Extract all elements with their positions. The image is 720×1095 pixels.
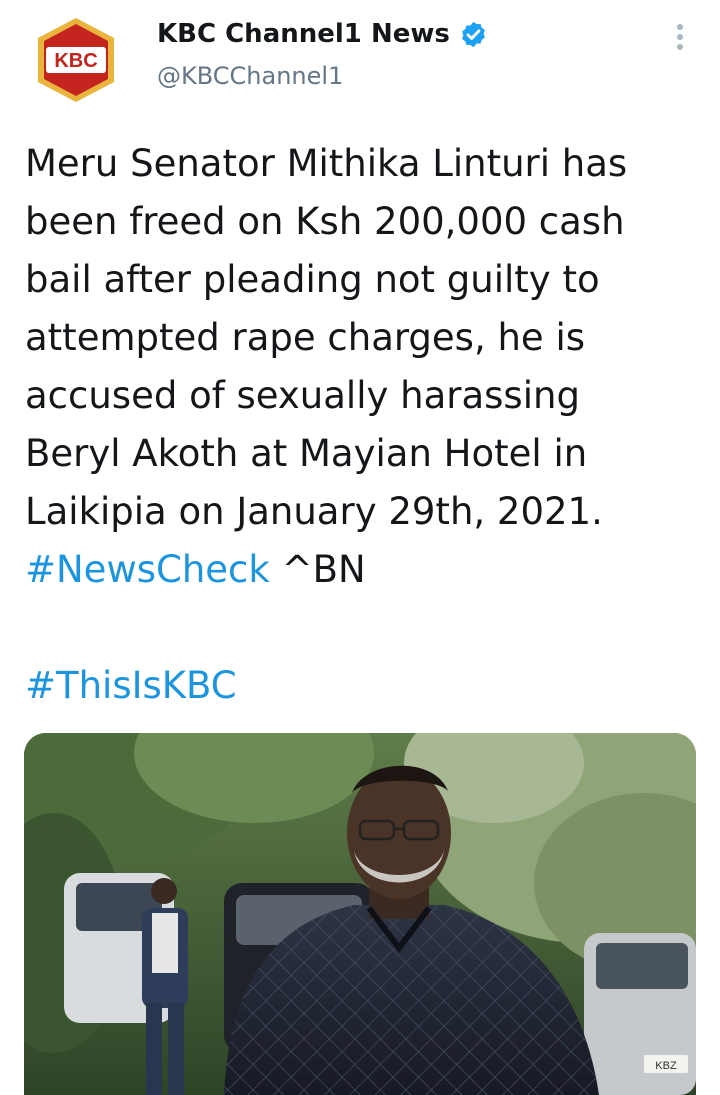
display-name-row: KBC Channel1 News	[157, 14, 488, 54]
plate-text: KBZ	[655, 1060, 677, 1072]
tweet-text: Meru Senator Mithika Linturi has been fr…	[25, 135, 705, 715]
photo-senator-outdoors: KBZ	[24, 733, 696, 1095]
tweet-text-line: Beryl Akoth at Mayian Hotel in	[25, 432, 588, 475]
hashtag-newscheck-link[interactable]: #NewsCheck	[25, 548, 270, 591]
avatar-text: KBC	[54, 50, 97, 72]
tweet-suffix: ^BN	[269, 548, 366, 591]
tweet-text-line: attempted rape charges, he is	[25, 316, 586, 359]
account-handle[interactable]: @KBCChannel1	[157, 62, 488, 90]
display-name[interactable]: KBC Channel1 News	[157, 19, 450, 49]
more-vertical-icon	[677, 24, 683, 50]
verified-badge-icon	[461, 21, 485, 47]
account-names: KBC Channel1 News @KBCChannel1	[157, 14, 488, 90]
tweet-text-line: accused of sexually harassing	[25, 374, 580, 417]
more-options-button[interactable]	[668, 20, 692, 56]
avatar[interactable]: KBC	[30, 14, 122, 106]
tweet-text-line: bail after pleading not guilty to	[25, 258, 600, 301]
tweet-photo[interactable]: KBZ	[24, 733, 696, 1095]
tweet-text-line: Laikipia on January 29th, 2021.	[25, 490, 603, 533]
tweet-text-line: Meru Senator Mithika Linturi has	[25, 142, 628, 185]
tweet-header: KBC KBC Channel1 News @KBCChannel1	[0, 0, 720, 110]
kbc-logo-icon: KBC	[30, 14, 122, 106]
hashtag-thisiskbc-link[interactable]: #ThisIsKBC	[25, 664, 237, 707]
tweet-text-line: been freed on Ksh 200,000 cash	[25, 200, 625, 243]
